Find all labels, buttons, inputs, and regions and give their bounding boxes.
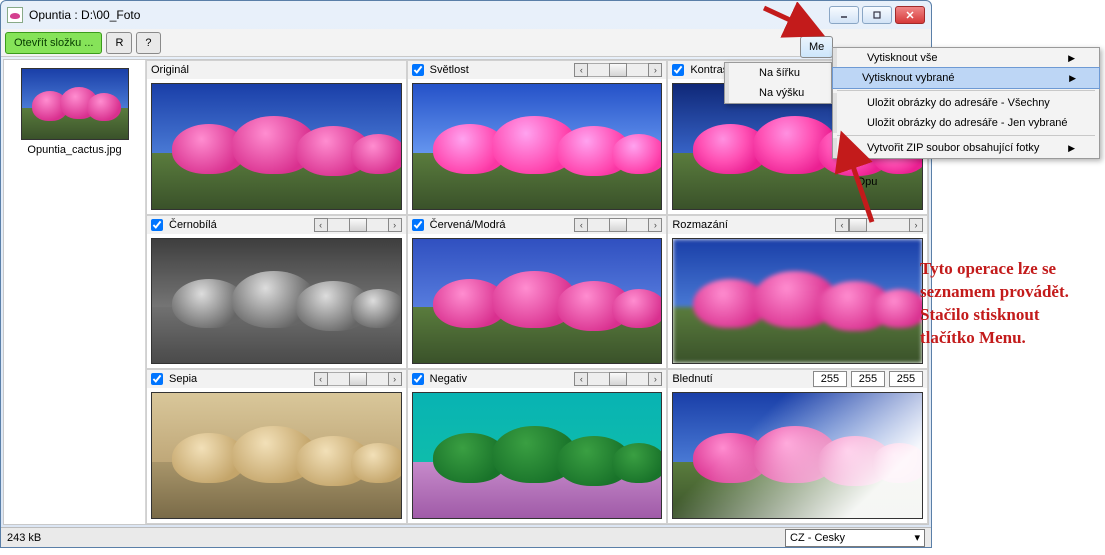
cb-brightness[interactable] <box>412 64 424 76</box>
preview-negative[interactable] <box>412 392 663 519</box>
menu-save-all[interactable]: Uložit obrázky do adresáře - Všechny <box>833 93 1099 113</box>
cell-blur: Rozmazání ‹ › <box>667 215 928 370</box>
cell-label: Negativ <box>430 373 467 385</box>
cell-label: Sepia <box>169 373 197 385</box>
slider-sepia[interactable]: ‹ › <box>314 372 402 386</box>
slider-right-icon[interactable]: › <box>648 372 662 386</box>
r-button[interactable]: R <box>106 32 132 54</box>
menu-print-selected[interactable]: Vytisknout vybrané▶ <box>832 67 1100 89</box>
menu-print-all[interactable]: Vytisknout vše▶ <box>833 48 1099 68</box>
preview-brightness[interactable] <box>412 83 663 210</box>
effects-grid: Originál Světlost ‹ › <box>146 60 928 524</box>
filesize-label: 243 kB <box>7 532 41 544</box>
submenu-arrow-icon: ▶ <box>1068 143 1075 154</box>
menu-separator <box>837 90 1095 91</box>
submenu-arrow-icon: ▶ <box>1068 53 1075 64</box>
fade-value-2[interactable]: 255 <box>851 371 885 387</box>
cb-negative[interactable] <box>412 373 424 385</box>
slider-left-icon[interactable]: ‹ <box>314 218 328 232</box>
statusbar: 243 kB CZ - Cesky ▾ <box>1 527 931 547</box>
slider-right-icon[interactable]: › <box>388 218 402 232</box>
slider-negative[interactable]: ‹ › <box>574 372 662 386</box>
open-folder-button[interactable]: Otevřít složku ... <box>5 32 102 54</box>
preview-sepia[interactable] <box>151 392 402 519</box>
slider-brightness[interactable]: ‹ › <box>574 63 662 77</box>
slider-left-icon[interactable]: ‹ <box>574 63 588 77</box>
preview-redblue[interactable] <box>412 238 663 365</box>
annotation-arrow-icon <box>832 130 882 230</box>
app-icon <box>7 7 23 23</box>
slider-left-icon[interactable]: ‹ <box>574 218 588 232</box>
annotation-text: Tyto operace lze se seznamem provádět. S… <box>920 258 1069 350</box>
cell-brightness: Světlost ‹ › <box>407 60 668 215</box>
window-title: Opuntia : D:\00_Foto <box>29 8 140 22</box>
slider-right-icon[interactable]: › <box>388 372 402 386</box>
preview-fade[interactable] <box>672 392 923 519</box>
cell-label: Červená/Modrá <box>430 219 506 231</box>
submenu-landscape[interactable]: Na šířku <box>725 63 831 83</box>
cell-fade: Blednutí 255 255 255 <box>667 369 928 524</box>
language-select[interactable]: CZ - Cesky ▾ <box>785 529 925 547</box>
cell-bw: Černobílá ‹ › <box>146 215 407 370</box>
minimize-button[interactable] <box>829 6 859 24</box>
slider-right-icon[interactable]: › <box>648 63 662 77</box>
cell-negative: Negativ ‹ › <box>407 369 668 524</box>
cb-redblue[interactable] <box>412 219 424 231</box>
sidebar: Opuntia_cactus.jpg <box>4 60 146 524</box>
submenu-print-orientation: Na šířku Na výšku <box>724 62 832 104</box>
cb-sepia[interactable] <box>151 373 163 385</box>
help-button[interactable]: ? <box>136 32 160 54</box>
language-value: CZ - Cesky <box>790 532 845 544</box>
cell-redblue: Červená/Modrá ‹ › <box>407 215 668 370</box>
cell-label: Blednutí <box>672 373 712 385</box>
cell-label: Rozmazání <box>672 219 728 231</box>
preview-bw[interactable] <box>151 238 402 365</box>
thumbnail-filename: Opuntia_cactus.jpg <box>8 144 141 156</box>
cb-bw[interactable] <box>151 219 163 231</box>
cell-label: Světlost <box>430 64 469 76</box>
cell-label: Originál <box>151 64 189 76</box>
content-area: Opuntia_cactus.jpg Originál Světlost <box>3 59 929 525</box>
slider-left-icon[interactable]: ‹ <box>574 372 588 386</box>
cb-contrast[interactable] <box>672 64 684 76</box>
annotation-arrow-icon <box>758 2 828 42</box>
cell-original: Originál <box>146 60 407 215</box>
preview-blur[interactable] <box>672 238 923 365</box>
submenu-portrait[interactable]: Na výšku <box>725 83 831 103</box>
close-button[interactable] <box>895 6 925 24</box>
fade-value-1[interactable]: 255 <box>813 371 847 387</box>
preview-original[interactable] <box>151 83 402 210</box>
slider-left-icon[interactable]: ‹ <box>314 372 328 386</box>
slider-bw[interactable]: ‹ › <box>314 218 402 232</box>
cell-label: Černobílá <box>169 219 217 231</box>
submenu-arrow-icon: ▶ <box>1069 73 1076 84</box>
cell-sepia: Sepia ‹ › <box>146 369 407 524</box>
thumbnail[interactable] <box>21 68 129 140</box>
fade-value-3[interactable]: 255 <box>889 371 923 387</box>
chevron-down-icon: ▾ <box>914 531 920 544</box>
maximize-button[interactable] <box>862 6 892 24</box>
slider-redblue[interactable]: ‹ › <box>574 218 662 232</box>
slider-right-icon[interactable]: › <box>648 218 662 232</box>
slider-right-icon[interactable]: › <box>909 218 923 232</box>
